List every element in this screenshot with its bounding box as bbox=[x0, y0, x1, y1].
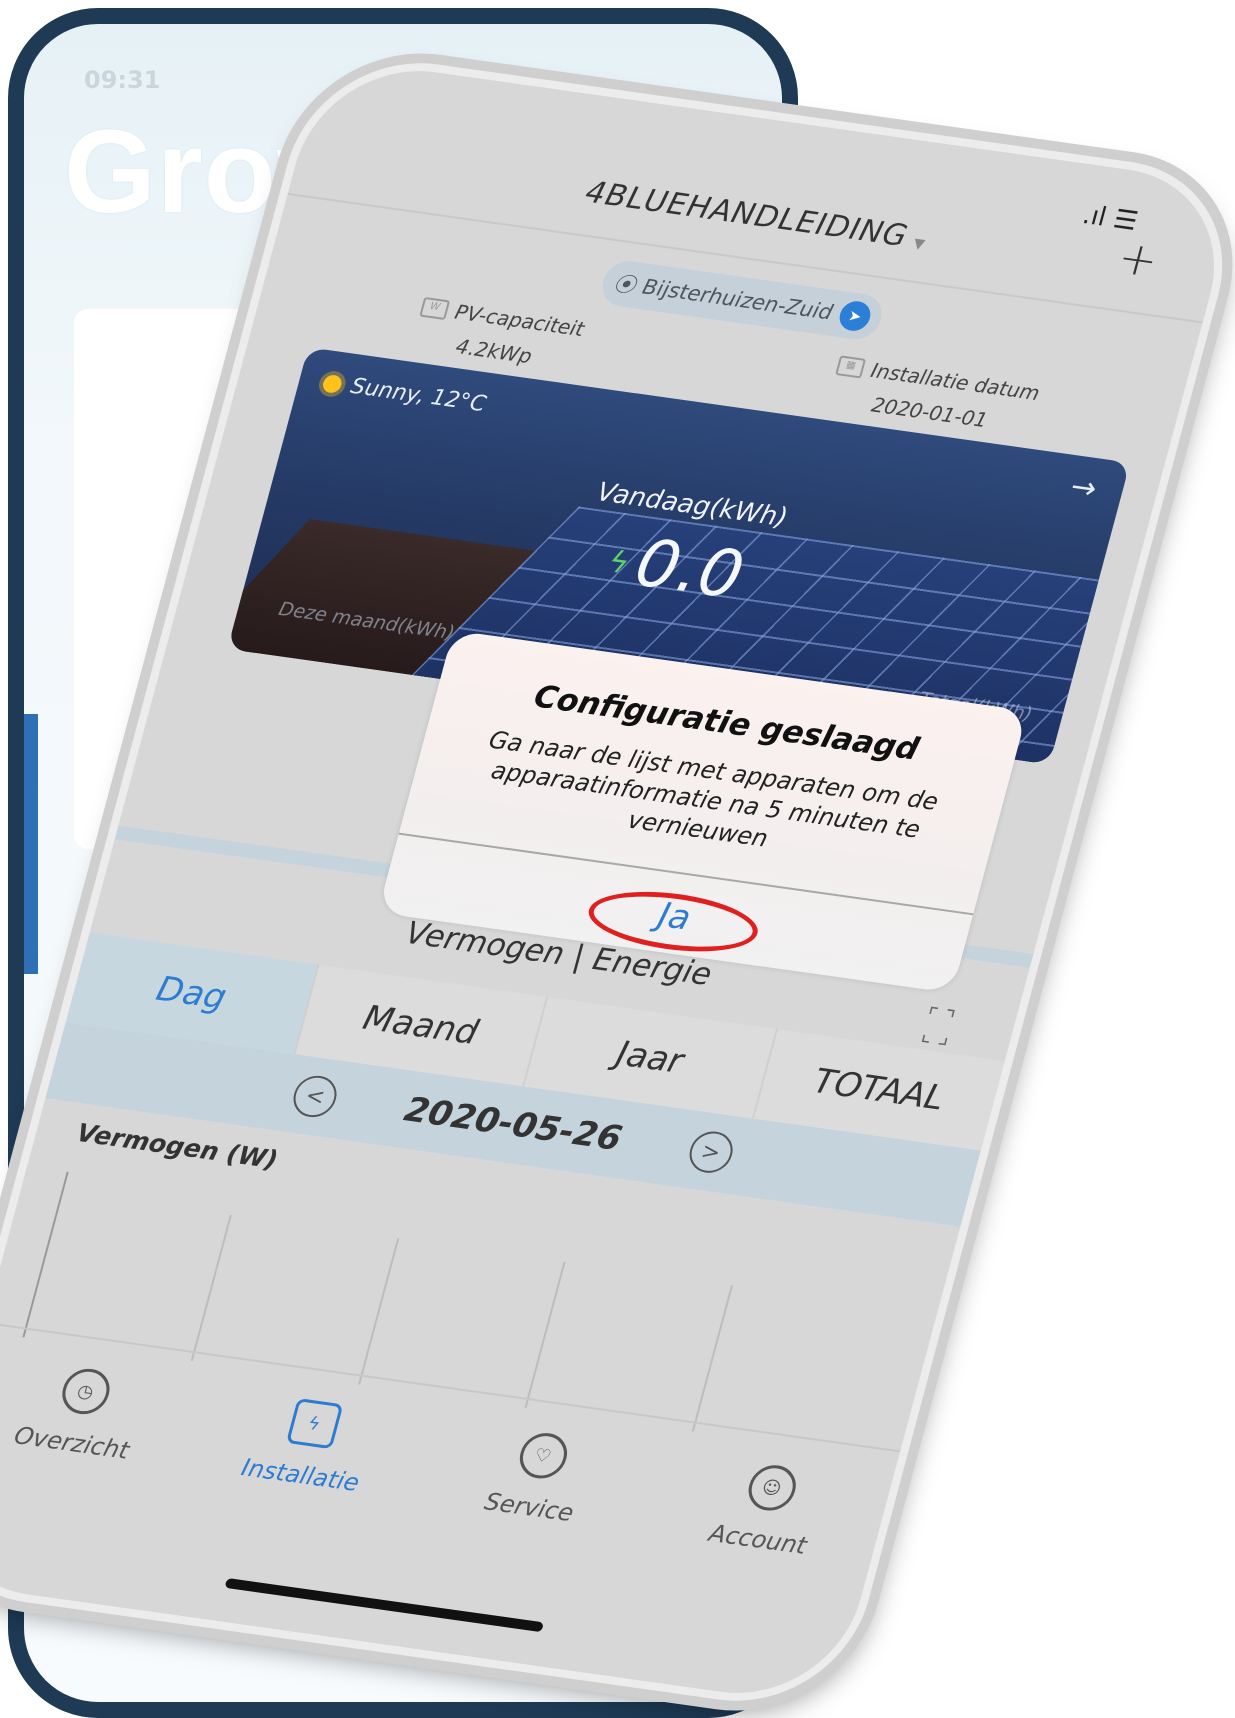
location-name: Bijsterhuizen-Zuid bbox=[639, 274, 836, 325]
chart-gridline bbox=[191, 1214, 233, 1362]
tabbar-service-label: Service bbox=[481, 1487, 577, 1528]
calendar-icon: ▦ bbox=[835, 355, 867, 379]
capacity-icon: W bbox=[419, 296, 451, 321]
next-date-button[interactable]: > bbox=[684, 1128, 738, 1176]
sun-icon bbox=[321, 373, 344, 394]
selected-date[interactable]: 2020-05-26 bbox=[400, 1090, 626, 1159]
chart-gridline bbox=[691, 1285, 733, 1432]
pv-capacity-info: W PV-capaciteit 4.2kWp bbox=[410, 295, 587, 374]
chevron-down-icon: ▼ bbox=[911, 235, 928, 253]
tabbar-installation[interactable]: ϟ Installatie bbox=[157, 1385, 435, 1600]
weather-text: Sunny, 12°C bbox=[347, 373, 489, 418]
previous-date-button[interactable]: < bbox=[288, 1073, 342, 1120]
background-time: 09:31 bbox=[84, 66, 161, 94]
dashboard-icon: ◷ bbox=[56, 1365, 115, 1417]
background-accent-bar bbox=[24, 714, 38, 974]
installation-icon: ϟ bbox=[285, 1397, 343, 1450]
lightning-icon: ϟ bbox=[604, 545, 634, 582]
tabbar-service[interactable]: ♡ Service bbox=[386, 1417, 664, 1632]
tabbar-account[interactable]: ☺ Account bbox=[614, 1449, 892, 1664]
navigation-arrow-icon: ➤ bbox=[836, 299, 874, 333]
account-user-icon: ☺ bbox=[742, 1462, 801, 1514]
tabbar-overview-label: Overzicht bbox=[11, 1421, 133, 1465]
service-heart-icon: ♡ bbox=[514, 1430, 572, 1482]
chart-gridline bbox=[357, 1238, 400, 1385]
today-energy-number: 0.0 bbox=[627, 524, 752, 614]
chart-gridline bbox=[524, 1261, 566, 1408]
plant-selector[interactable]: 4BLUEHANDLEIDING▼ bbox=[294, 135, 1218, 298]
tabbar-account-label: Account bbox=[706, 1519, 810, 1560]
tabbar-installation-label: Installatie bbox=[238, 1453, 363, 1497]
weather-info: Sunny, 12°C bbox=[320, 370, 489, 418]
arrow-right-icon[interactable]: → bbox=[1067, 469, 1101, 507]
location-pin-icon: ⦿ bbox=[611, 271, 639, 298]
pv-capacity-label: PV-capaciteit bbox=[452, 299, 587, 342]
